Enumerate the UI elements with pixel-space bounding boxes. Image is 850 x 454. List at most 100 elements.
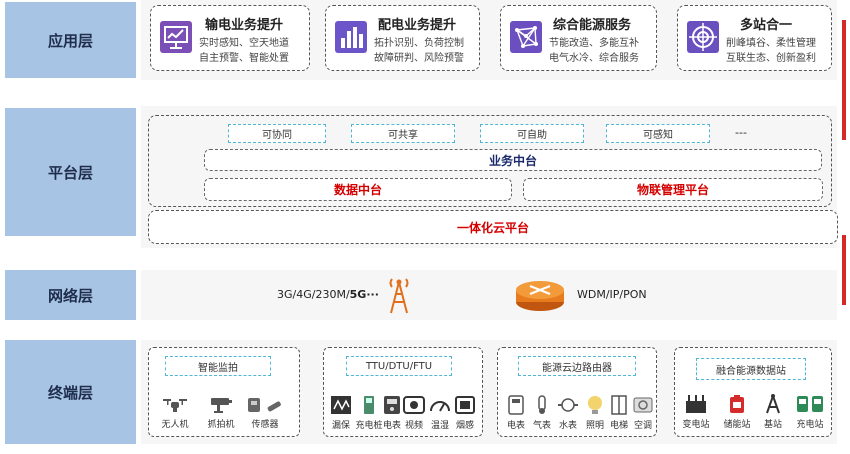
network-transport: WDM/IP/PON <box>577 288 647 301</box>
device-label: 水表 <box>558 421 577 431</box>
device-base-station: 基站 <box>758 392 788 430</box>
signal-tower-icon <box>386 274 412 318</box>
terminal-group-label: 融合能源数据站 <box>696 358 806 380</box>
app-desc-line: 实时感知、空天地道 <box>199 38 289 49</box>
platform-tag: 可共享 <box>351 124 455 143</box>
video-icon <box>403 396 425 414</box>
device-label: 视频 <box>404 421 423 431</box>
terminal-group-label: TTU/DTU/FTU <box>346 356 452 376</box>
router-icon <box>515 276 565 316</box>
charging-station-icon <box>797 396 823 412</box>
target-icon <box>686 20 720 54</box>
air-conditioner-icon <box>633 397 653 413</box>
app-desc: 削峰填谷、柔性管理 互联生态、创新盈利 <box>726 36 816 66</box>
device-water-meter: 水表 <box>555 395 581 431</box>
device-video: 视频 <box>401 395 427 431</box>
app-title: 输电业务提升 <box>205 18 284 33</box>
business-middle-platform: 业务中台 <box>204 149 822 171</box>
device-label: 漏保 <box>331 421 350 431</box>
base-station-icon <box>766 394 780 414</box>
layer-label-application: 应用层 <box>5 2 136 78</box>
app-card-energy-service: 综合能源服务 节能改造、多能互补 电气水冷、综合服务 <box>500 5 657 71</box>
device-label: 电表 <box>506 421 525 431</box>
battery-icon <box>730 395 744 413</box>
edge-mark <box>842 235 846 305</box>
layer-label-terminal: 终端层 <box>5 340 136 444</box>
network-protocols-5g: 5G··· <box>349 288 379 301</box>
substation-icon <box>686 395 706 413</box>
device-label: 空调 <box>633 421 652 431</box>
app-desc: 拓扑识别、负荷控制 故障研判、风险预警 <box>374 36 464 66</box>
app-desc-line: 自主预警、智能处置 <box>199 53 289 64</box>
bar-chart-icon <box>334 20 368 54</box>
device-camera: 抓拍机 <box>203 396 239 430</box>
leakage-protector-icon <box>331 396 351 414</box>
app-desc-line: 削峰填谷、柔性管理 <box>726 38 816 49</box>
network-protocols-text: 3G/4G/230M/ <box>277 288 350 301</box>
device-sensor: 传感器 <box>245 396 285 430</box>
platform-tag: 可自助 <box>480 124 584 143</box>
iot-management-platform: 物联管理平台 <box>523 178 823 201</box>
device-label: 气表 <box>532 421 551 431</box>
data-middle-platform: 数据中台 <box>204 178 512 201</box>
device-charging-station: 充电站 <box>792 394 828 430</box>
network-protocols: 3G/4G/230M/5G··· <box>277 288 379 301</box>
device-electric-meter: 电表 <box>503 395 529 431</box>
device-storage-station: 储能站 <box>720 394 754 430</box>
terminal-group-label: 智能监拍 <box>165 356 271 376</box>
device-label: 储能站 <box>723 420 751 430</box>
edge-mark <box>842 20 846 140</box>
unified-cloud-platform: 一体化云平台 <box>148 210 838 244</box>
device-label: 无人机 <box>161 420 189 430</box>
device-label: 基站 <box>763 420 782 430</box>
device-label: 温湿 <box>430 421 449 431</box>
device-label: 充电站 <box>796 420 824 430</box>
bulb-icon <box>588 396 602 414</box>
app-desc-line: 拓扑识别、负荷控制 <box>374 38 464 49</box>
app-card-distribution: 配电业务提升 拓扑识别、负荷控制 故障研判、风险预警 <box>325 5 480 71</box>
app-card-transmission: 输电业务提升 实时感知、空天地道 自主预警、智能处置 <box>150 5 310 71</box>
platform-tag: 可感知 <box>606 124 710 143</box>
app-card-multi-station: 多站合一 削峰填谷、柔性管理 互联生态、创新盈利 <box>677 5 832 71</box>
device-label: 电表 <box>382 421 401 431</box>
smoke-detector-icon <box>455 396 475 414</box>
gas-meter-icon <box>538 395 546 414</box>
device-drone: 无人机 <box>158 396 192 430</box>
network-band <box>141 270 837 320</box>
app-desc: 节能改造、多能互补 电气水冷、综合服务 <box>549 36 639 66</box>
device-air-conditioner: 空调 <box>630 395 656 431</box>
water-meter-icon <box>558 398 578 412</box>
electric-meter-icon <box>508 395 524 415</box>
platform-ellipsis: --- <box>735 126 747 139</box>
platform-tag: 可协同 <box>228 124 326 143</box>
sensor-icon <box>248 398 281 412</box>
device-smoke: 烟感 <box>452 395 478 431</box>
drone-icon <box>163 399 187 412</box>
device-label: 电梯 <box>609 421 628 431</box>
layer-label-network: 网络层 <box>5 270 136 320</box>
app-title: 多站合一 <box>740 18 793 33</box>
app-desc-line: 互联生态、创新盈利 <box>726 53 816 64</box>
device-label: 变电站 <box>682 420 710 430</box>
app-desc-line: 节能改造、多能互补 <box>549 38 639 49</box>
elevator-icon <box>611 395 627 415</box>
app-desc: 实时感知、空天地道 自主预警、智能处置 <box>199 36 289 66</box>
device-label: 烟感 <box>455 421 474 431</box>
device-label: 充电桩 <box>355 421 383 431</box>
device-leakage-protector: 漏保 <box>328 395 354 431</box>
charging-pile-icon <box>364 396 374 414</box>
device-temp-humidity: 温湿 <box>426 395 454 431</box>
device-lighting: 照明 <box>582 395 608 431</box>
app-desc-line: 故障研判、风险预警 <box>374 53 464 64</box>
network-graph-icon <box>509 20 543 54</box>
device-label: 传感器 <box>251 420 279 430</box>
gauge-icon <box>430 401 450 412</box>
meter-icon <box>384 396 400 414</box>
camera-icon <box>211 398 232 413</box>
app-desc-line: 电气水冷、综合服务 <box>549 53 639 64</box>
device-elevator: 电梯 <box>606 395 632 431</box>
app-title: 配电业务提升 <box>378 18 457 33</box>
device-label: 抓拍机 <box>207 420 235 430</box>
layer-label-platform: 平台层 <box>5 108 136 236</box>
device-gas-meter: 气表 <box>529 395 555 431</box>
